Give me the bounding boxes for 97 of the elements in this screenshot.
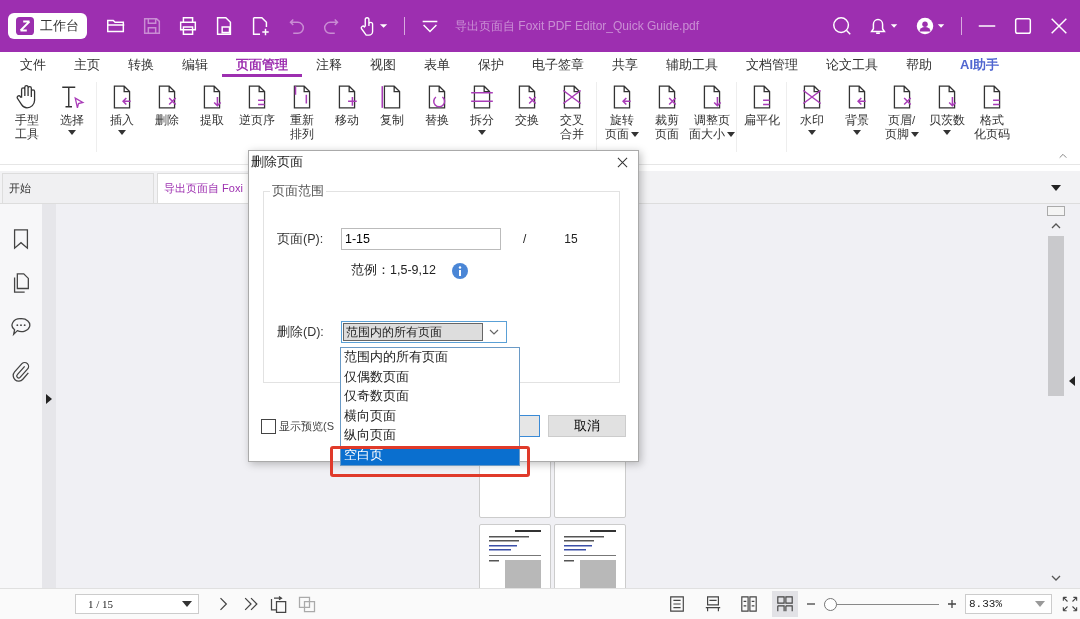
dropdown-option[interactable]: 仅偶数页面 [341,367,519,387]
menu-tab[interactable]: 论文工具 [812,53,892,77]
menu-tab[interactable]: 辅助工具 [652,53,732,77]
pages-label: 页面(P): [277,230,325,248]
ribbon-button[interactable]: 复制 [369,82,414,141]
ribbon-button[interactable]: 移动 [324,82,369,141]
collapse-icon[interactable] [1069,376,1075,386]
fullscreen-icon[interactable] [1060,594,1080,614]
menu-tab[interactable]: AI助手 [946,53,1013,77]
info-icon[interactable] [451,262,468,279]
caret-icon [852,130,861,135]
logo-icon [16,17,34,35]
page-thumbnail[interactable] [479,524,551,588]
delete-label: 删除(D): [277,323,325,341]
group-label: 页面范围 [270,183,326,200]
dropdown-option[interactable]: 仅奇数页面 [341,387,519,407]
split-handle[interactable] [1047,206,1065,216]
caret-icon[interactable] [1051,185,1061,191]
menu-tab[interactable]: 文档管理 [732,53,812,77]
cancel-button[interactable]: 取消 [548,415,626,437]
dropdown-option[interactable]: 范围内的所有页面 [341,348,519,368]
scrollbar-thumb[interactable] [1048,236,1064,396]
ribbon-button[interactable]: 插入 [99,82,144,141]
menu-tab[interactable]: 保护 [464,53,518,77]
zoom-in-icon[interactable] [947,599,957,609]
ribbon-button[interactable]: 重新 排列 [279,82,324,141]
page-layout-icon [776,595,794,613]
ribbon-button[interactable]: 选择 [49,82,94,141]
ribbon-button[interactable]: 背景 [834,82,879,141]
zoom-field[interactable]: 8.33% [965,594,1052,614]
ribbon-button[interactable]: 页眉/ 页脚 [879,82,924,141]
menu-tab[interactable]: 主页 [60,53,114,77]
page-icon [468,84,495,110]
ribbon-button[interactable]: 删除 [144,82,189,141]
ribbon-button[interactable]: 交换 [504,82,549,141]
view-mode-button[interactable] [772,591,798,617]
ribbon-button[interactable]: 扁平化 [739,82,784,127]
checkbox-label: 显示预览(S [279,418,334,434]
caret-icon [910,131,919,137]
caret-icon [117,130,126,135]
dropdown-option[interactable]: 纵向页面 [341,426,519,446]
ribbon-button[interactable]: 水印 [789,82,834,141]
page-layout-icon [740,595,758,613]
search-icon[interactable] [831,15,853,37]
caret-icon [630,131,639,137]
page-layout-icon [704,595,722,613]
dialog-title: 删除页面 [251,153,303,171]
previous-view-icon[interactable] [269,594,289,614]
document-title: 导出页面自 Foxit PDF Editor_Quick Guide.pdf [455,17,701,35]
ribbon-button[interactable]: 替换 [414,82,459,141]
menu-tab[interactable]: 共享 [598,53,652,77]
page-layout-icon [668,595,686,613]
close-icon[interactable] [1048,15,1070,37]
menu-tab[interactable]: 页面管理 [222,53,302,77]
page-thumbnail[interactable] [554,524,626,588]
print-icon[interactable] [177,15,199,37]
ribbon-button[interactable]: 旋转 页面 [599,82,644,141]
workspace-button[interactable]: 工作台 [8,13,87,39]
expand-icon[interactable] [46,394,52,404]
example-text: 范例：1,5-9,12 [351,262,436,279]
page-number-field[interactable]: 1 / 15 [75,594,199,614]
preview-checkbox[interactable] [261,418,276,434]
scroll-up-icon[interactable] [1050,222,1062,230]
ribbon-button[interactable]: 贝茨数 [924,82,969,141]
chevron-down-icon [488,328,500,336]
scroll-down-icon[interactable] [1050,574,1062,582]
dropdown-option[interactable]: 横向页面 [341,406,519,426]
caret-icon [807,130,816,135]
user-icon[interactable] [914,15,947,37]
menu-tab[interactable]: 视图 [356,53,410,77]
ribbon-button[interactable]: 手型 工具 [4,82,49,141]
zoom-slider-thumb[interactable] [823,597,837,611]
ribbon-button[interactable]: 交叉 合并 [549,82,594,141]
document-tab[interactable]: 开始 [2,173,154,203]
menu-tab[interactable]: 转换 [114,53,168,77]
maximize-icon[interactable] [1012,15,1034,37]
caret-icon [67,130,76,135]
menu-tab[interactable]: 电子签章 [518,53,598,77]
delete-dropdown[interactable]: 范围内的所有页面 [341,321,507,343]
ribbon-button[interactable]: 格式 化页码 [969,82,1014,141]
ribbon-button[interactable]: 逆页序 [234,82,279,141]
ribbon-button[interactable]: 提取 [189,82,234,141]
menu-tab[interactable]: 编辑 [168,53,222,77]
comment-icon[interactable] [10,316,32,338]
close-icon[interactable] [617,156,628,168]
total-pages: 15 [564,232,578,246]
paperclip-icon[interactable] [10,360,32,382]
separator-text: / [523,232,527,246]
menu-tab[interactable]: 注释 [302,53,356,77]
ribbon-button[interactable]: 裁剪 页面 [644,82,689,141]
pages-input[interactable]: 1-15 [341,228,501,250]
menu-tab[interactable]: 文件 [6,53,60,77]
caret-icon [942,130,951,135]
ribbon-button[interactable]: 拆分 [459,82,504,141]
menu-tab[interactable]: 帮助 [892,53,946,77]
caret-icon [477,130,486,135]
menu-tab[interactable]: 表单 [410,53,464,77]
